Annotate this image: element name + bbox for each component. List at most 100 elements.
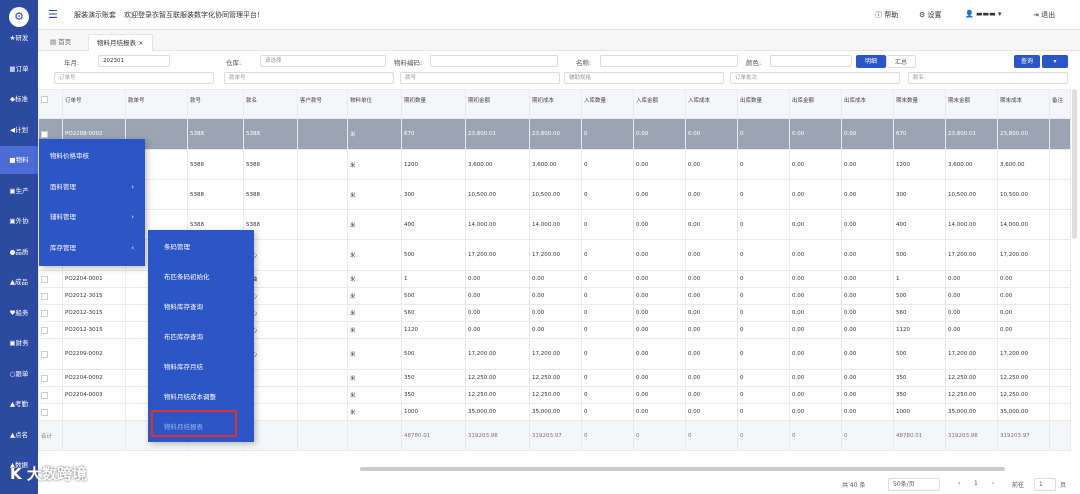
table-cell[interactable] (38, 386, 63, 404)
submenu-item[interactable]: 物料库存月结 (148, 352, 254, 382)
color-input[interactable] (770, 55, 852, 67)
submenu-item[interactable]: 布匹库存查询 (148, 322, 254, 352)
goto-page-input[interactable]: 1 (1034, 478, 1056, 491)
material-code-label: 物料编码: (394, 59, 423, 67)
search-button[interactable]: 查询 (1014, 55, 1040, 68)
submenu-item[interactable]: 物料库存查询 (148, 292, 254, 322)
row-checkbox[interactable] (41, 309, 48, 317)
column-header[interactable]: 款名 (243, 89, 298, 119)
sidebar-item-2[interactable]: ◆标准 (0, 85, 38, 113)
column-header[interactable]: 入库数量 (581, 89, 634, 119)
sidebar-item-7[interactable]: ●品质 (0, 238, 38, 266)
warehouse-select[interactable]: 请选择 (260, 55, 386, 67)
table-cell[interactable] (38, 287, 63, 305)
sidebar-item-13[interactable]: ▲点名 (0, 421, 38, 449)
tab-home[interactable]: ▤ 首页 (42, 34, 79, 51)
column-header[interactable]: 备注 (1049, 89, 1071, 119)
sidebar-item-12[interactable]: ▲考勤 (0, 390, 38, 418)
detail-button[interactable]: 明细 (856, 55, 886, 68)
column-header[interactable]: 出库成本 (841, 89, 894, 119)
sidebar-item-3[interactable]: ◀计划 (0, 116, 38, 144)
row-checkbox[interactable] (41, 326, 48, 334)
sidebar-item-9[interactable]: ♥船务 (0, 299, 38, 327)
menu-item[interactable]: 物料价格审核 (39, 141, 145, 171)
table-cell[interactable] (38, 270, 63, 288)
search-more-button[interactable]: ▾ (1042, 55, 1068, 68)
column-header[interactable]: 款单号 (125, 89, 188, 119)
column-header[interactable]: 期初金额 (465, 89, 530, 119)
table-cell[interactable] (38, 403, 63, 421)
prev-page-button[interactable]: ‹ (958, 480, 960, 487)
table-row[interactable]: 5388 5388 米 300 10,500.00 10,500.00 0 0.00 0.00 0… (38, 179, 1071, 210)
row-checkbox[interactable] (41, 391, 48, 399)
row-checkbox[interactable] (41, 350, 48, 358)
column-header[interactable]: 订单号 (62, 89, 126, 119)
submenu-item[interactable]: 布匹条码初始化 (148, 262, 254, 292)
order-no-input[interactable]: 订单号 (54, 72, 214, 84)
column-header[interactable]: 出库金额 (789, 89, 842, 119)
table-cell[interactable] (38, 321, 63, 339)
select-all-checkbox[interactable] (41, 96, 48, 103)
user-menu[interactable]: 👤 ▬▬▬ ▾ (965, 10, 1002, 18)
column-header[interactable]: 期末成本 (997, 89, 1050, 119)
menu-item[interactable]: 面料管理 › (39, 172, 145, 202)
row-checkbox[interactable] (41, 130, 48, 138)
menu-item[interactable]: 辅料管理 › (39, 202, 145, 232)
table-cell: 0 (737, 386, 790, 404)
table-cell[interactable] (38, 369, 63, 387)
style-no-input[interactable]: 款单号 (224, 72, 394, 84)
column-header[interactable]: 期末数量 (893, 89, 946, 119)
column-header[interactable] (38, 89, 63, 119)
table-cell: 1120 (893, 321, 946, 339)
column-header[interactable]: 客户款号 (297, 89, 348, 119)
category-input[interactable]: 款名 (908, 72, 1068, 84)
sidebar-item-6[interactable]: ▣外协 (0, 207, 38, 235)
submenu-item[interactable]: 物料月结成本调整 (148, 382, 254, 412)
sidebar-item-5[interactable]: ▣生产 (0, 177, 38, 205)
sidebar-item-11[interactable]: ○跟单 (0, 360, 38, 388)
row-checkbox[interactable] (41, 275, 48, 283)
menu-item[interactable]: 库存管理 ‹ (39, 233, 145, 263)
summary-button[interactable]: 汇总 (886, 55, 916, 68)
logout-link[interactable]: ⇥ 退出 (1033, 10, 1055, 20)
table-row[interactable]: 5388 5388 米 1200 3,600.00 3,600.00 0 0.00 0.00 0 0… (38, 149, 1071, 180)
column-header[interactable]: 期初数量 (401, 89, 466, 119)
column-header[interactable]: 入库成本 (685, 89, 738, 119)
column-header[interactable]: 入库金额 (633, 89, 686, 119)
column-header[interactable]: 款号 (187, 89, 244, 119)
menu-toggle-icon[interactable]: ☰ (48, 9, 58, 20)
material-code-input[interactable] (430, 55, 558, 67)
vertical-scrollbar[interactable] (1072, 89, 1077, 239)
name-input[interactable] (600, 55, 738, 67)
po-batch-input[interactable]: 订单批次 (730, 72, 900, 84)
column-header[interactable]: 物料单位 (347, 89, 402, 119)
table-cell[interactable] (38, 304, 63, 322)
current-page[interactable]: 1 (974, 480, 978, 487)
column-header[interactable]: 出库数量 (737, 89, 790, 119)
row-checkbox[interactable] (41, 374, 48, 382)
table-cell[interactable] (38, 338, 63, 370)
horizontal-scrollbar[interactable] (360, 467, 1005, 471)
spec-input[interactable]: 辅助规格 (564, 72, 724, 84)
table-cell: 560 (401, 304, 466, 322)
sku-input[interactable]: 款号 (400, 72, 560, 84)
table-cell: 0 (737, 304, 790, 322)
sidebar-item-8[interactable]: ▲成品 (0, 268, 38, 296)
table-row[interactable]: PO2208-0002 5388 5388 米 670 23,800.01 23,800.0… (38, 118, 1071, 150)
help-link[interactable]: ⓘ 帮助 (875, 10, 898, 20)
column-header[interactable]: 期末金额 (945, 89, 998, 119)
submenu-item[interactable]: 条码管理 (148, 232, 254, 262)
material-submenu: 物料价格审核 面料管理 › 辅料管理 › 库存管理 ‹ (39, 139, 145, 266)
column-header[interactable]: 期初成本 (529, 89, 582, 119)
year-month-input[interactable]: 202301 (98, 55, 170, 67)
sidebar-item-4[interactable]: ■物料 (0, 146, 38, 174)
sidebar-item-10[interactable]: ▣财务 (0, 329, 38, 357)
next-page-button[interactable]: › (992, 480, 994, 487)
page-size-select[interactable]: 50条/页 (888, 478, 940, 491)
row-checkbox[interactable] (41, 292, 48, 300)
sidebar-item-0[interactable]: ★研发 (0, 24, 38, 52)
tab-material-monthly-report[interactable]: 物料月结报表 × (88, 34, 153, 51)
sidebar-item-1[interactable]: ▦订单 (0, 55, 38, 83)
row-checkbox[interactable] (41, 408, 48, 416)
settings-link[interactable]: ⚙ 设置 (919, 10, 942, 20)
